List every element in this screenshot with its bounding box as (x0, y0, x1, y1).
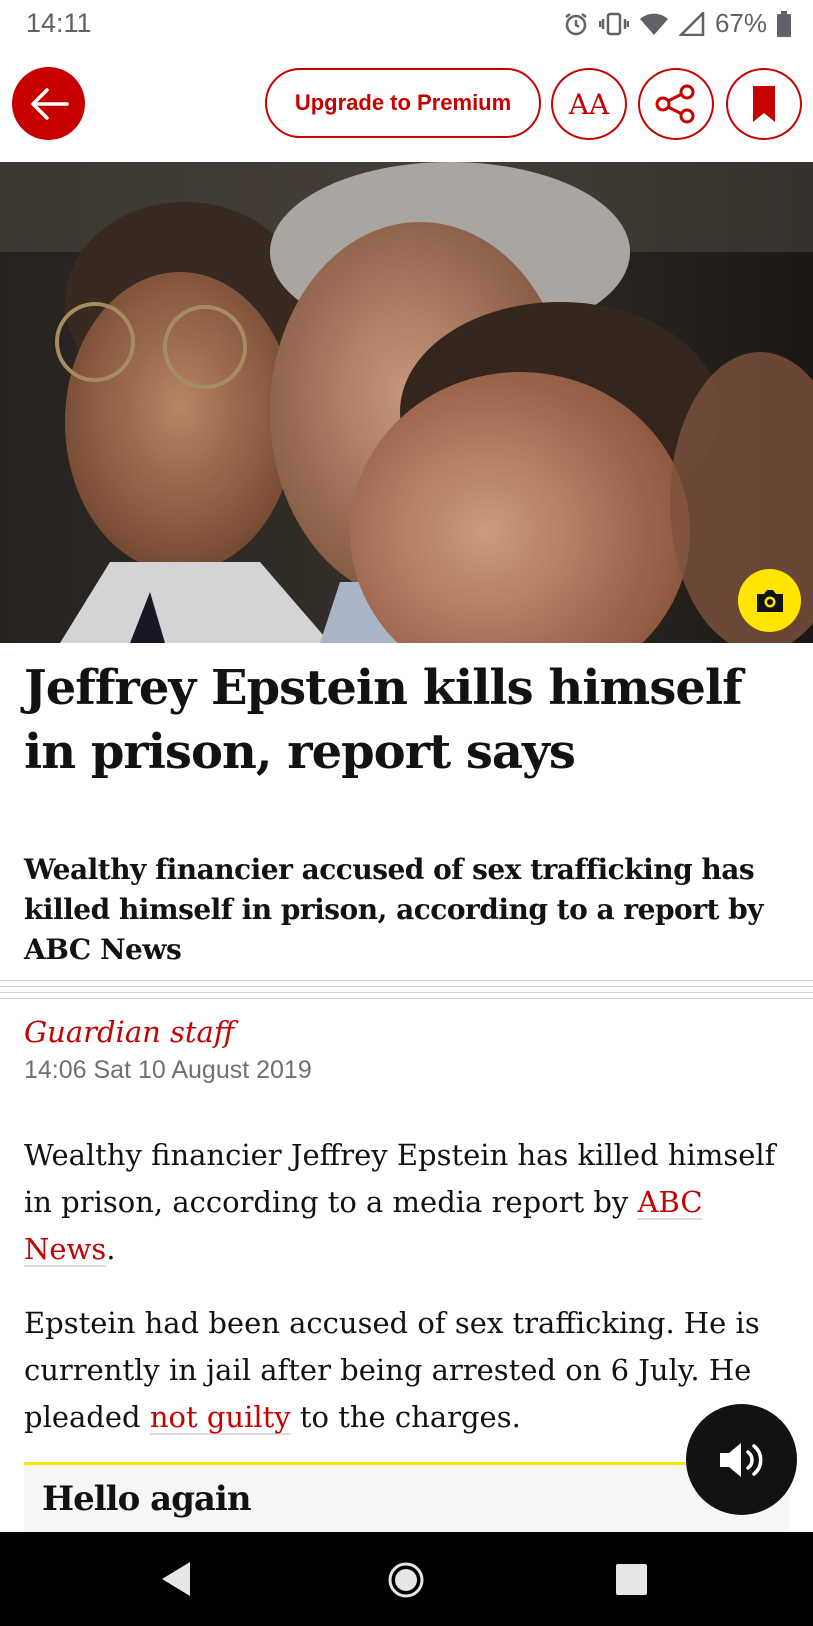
font-size-label: AA (568, 87, 610, 121)
article-headline: Jeffrey Epstein kills himself in prison,… (24, 660, 743, 780)
paragraph-text: . (106, 1232, 116, 1266)
alarm-icon (565, 12, 587, 35)
divider (0, 980, 813, 1002)
epic-title: Hello again (42, 1479, 252, 1519)
upgrade-premium-button[interactable]: Upgrade to Premium (265, 68, 541, 138)
back-button[interactable] (12, 67, 85, 140)
wifi-icon (639, 13, 668, 35)
listen-button[interactable] (686, 1404, 797, 1515)
status-bar: 14:11 67% (0, 0, 813, 50)
article-dateline: 14:06 Sat 10 August 2019 (24, 1056, 312, 1084)
article-byline[interactable]: Guardian staff (24, 1015, 234, 1049)
nav-home-icon[interactable] (386, 1560, 426, 1600)
article-paragraph: Epstein had been accused of sex traffick… (24, 1300, 799, 1441)
system-nav-bar (0, 1532, 813, 1626)
camera-icon (756, 589, 783, 612)
share-icon (655, 84, 695, 124)
speaker-icon (719, 1442, 762, 1477)
battery-percent: 67% (714, 8, 767, 38)
hero-image[interactable] (0, 162, 813, 643)
font-size-button[interactable]: AA (551, 68, 627, 140)
bookmark-button[interactable] (726, 68, 802, 140)
support-epic: Hello again (24, 1462, 789, 1532)
article-paragraph: Wealthy financier Jeffrey Epstein has ki… (24, 1132, 799, 1273)
hero-photo (0, 162, 813, 643)
bookmark-icon (753, 86, 775, 122)
share-button[interactable] (638, 68, 714, 140)
nav-recents-icon[interactable] (616, 1564, 647, 1595)
status-time: 14:11 (26, 8, 92, 38)
arrow-left-icon (30, 87, 69, 120)
not-guilty-link[interactable]: not guilty (150, 1400, 291, 1434)
nav-back-icon[interactable] (160, 1560, 192, 1598)
battery-icon (777, 10, 791, 37)
status-icons: 67% (563, 8, 791, 39)
paragraph-text: to the charges. (290, 1400, 521, 1434)
article-standfirst: Wealthy financier accused of sex traffic… (24, 853, 764, 966)
caption-camera-button[interactable] (738, 569, 801, 632)
signal-icon (678, 11, 705, 36)
vibrate-icon (598, 12, 629, 35)
article-toolbar: Upgrade to Premium AA (0, 62, 813, 148)
